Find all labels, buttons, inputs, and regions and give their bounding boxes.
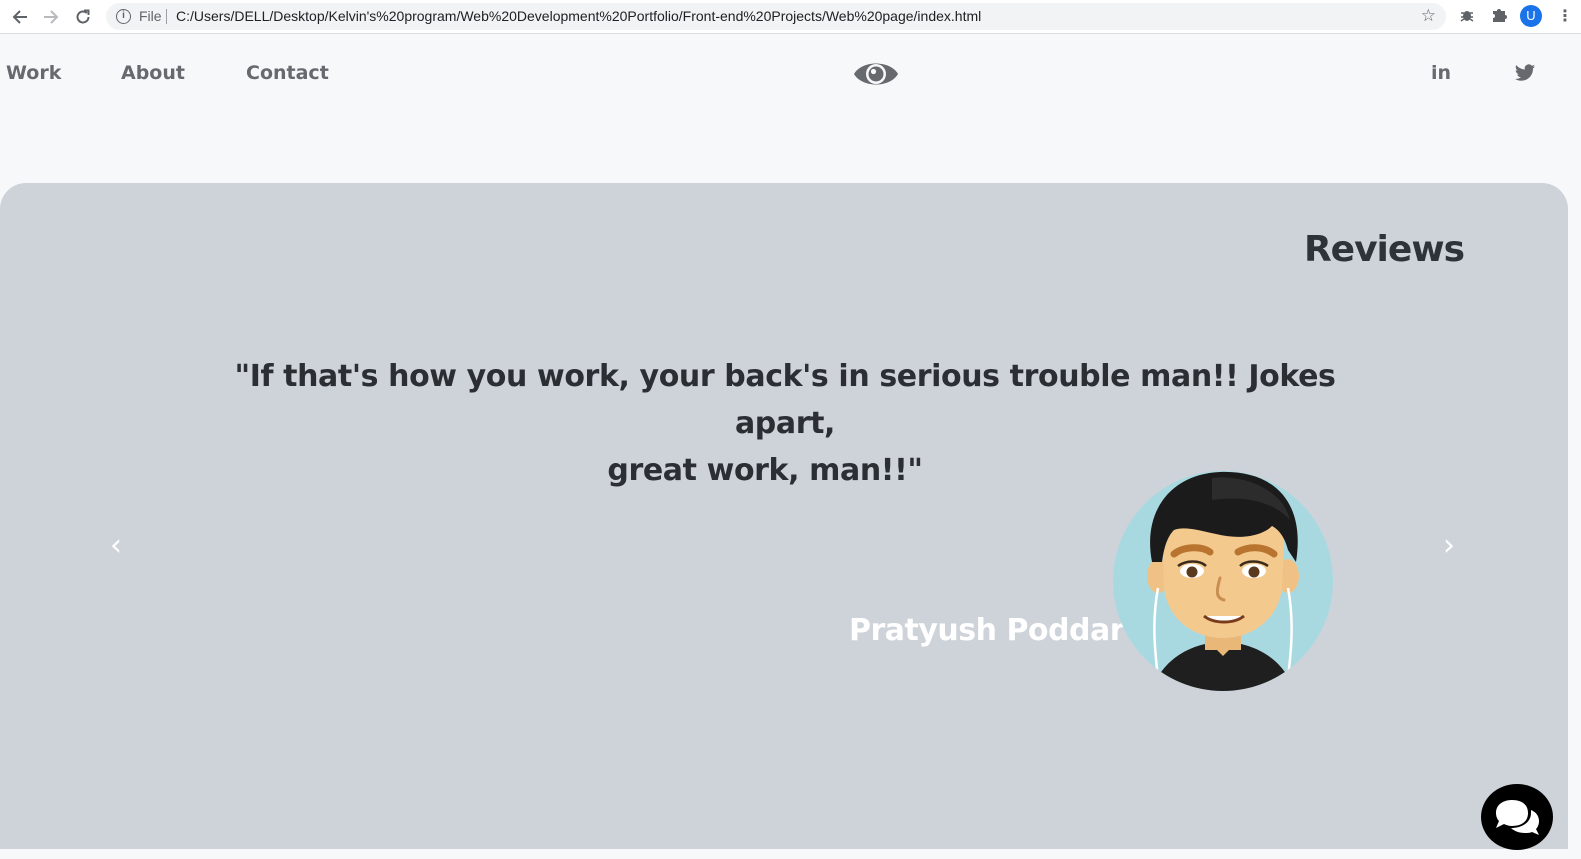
nav-link-work[interactable]: Work [6,62,61,84]
reviews-title: Reviews [1303,229,1465,270]
nav-link-contact[interactable]: Contact [246,62,329,84]
browser-toolbar: i File C:/Users/DELL/Desktop/Kelvin's%20… [0,0,1581,34]
puzzle-icon[interactable] [1489,6,1509,26]
address-bar[interactable]: i File C:/Users/DELL/Desktop/Kelvin's%20… [106,3,1446,30]
twitter-bird-icon[interactable] [1510,58,1540,88]
nav-link-about[interactable]: About [121,62,185,84]
address-divider [166,9,167,24]
star-icon[interactable]: ☆ [1421,6,1436,26]
reviewer-avatar [1112,470,1334,692]
kebab-menu-icon[interactable]: ⋮ [1557,6,1573,26]
reload-icon[interactable] [70,4,96,30]
forward-arrow-icon[interactable] [38,4,64,30]
extension-bug-icon[interactable] [1457,6,1477,26]
profile-avatar[interactable]: U [1520,5,1542,27]
reviews-section: Reviews "If that's how you work, your ba… [0,183,1568,849]
file-label: File [139,8,162,24]
review-quote-line-1: "If that's how you work, your back's in … [234,359,1336,441]
eye-icon[interactable] [852,55,900,93]
carousel-next-button[interactable]: › [1434,531,1464,563]
info-icon[interactable]: i [116,9,131,24]
url-text[interactable]: C:/Users/DELL/Desktop/Kelvin's%20program… [176,8,981,24]
back-arrow-icon[interactable] [7,4,33,30]
linkedin-icon[interactable]: in [1426,58,1456,88]
reviewer-name: Pratyush Poddar [849,613,1125,648]
carousel-prev-button[interactable]: ‹ [101,531,131,563]
chat-bubbles-icon[interactable] [1481,784,1553,850]
